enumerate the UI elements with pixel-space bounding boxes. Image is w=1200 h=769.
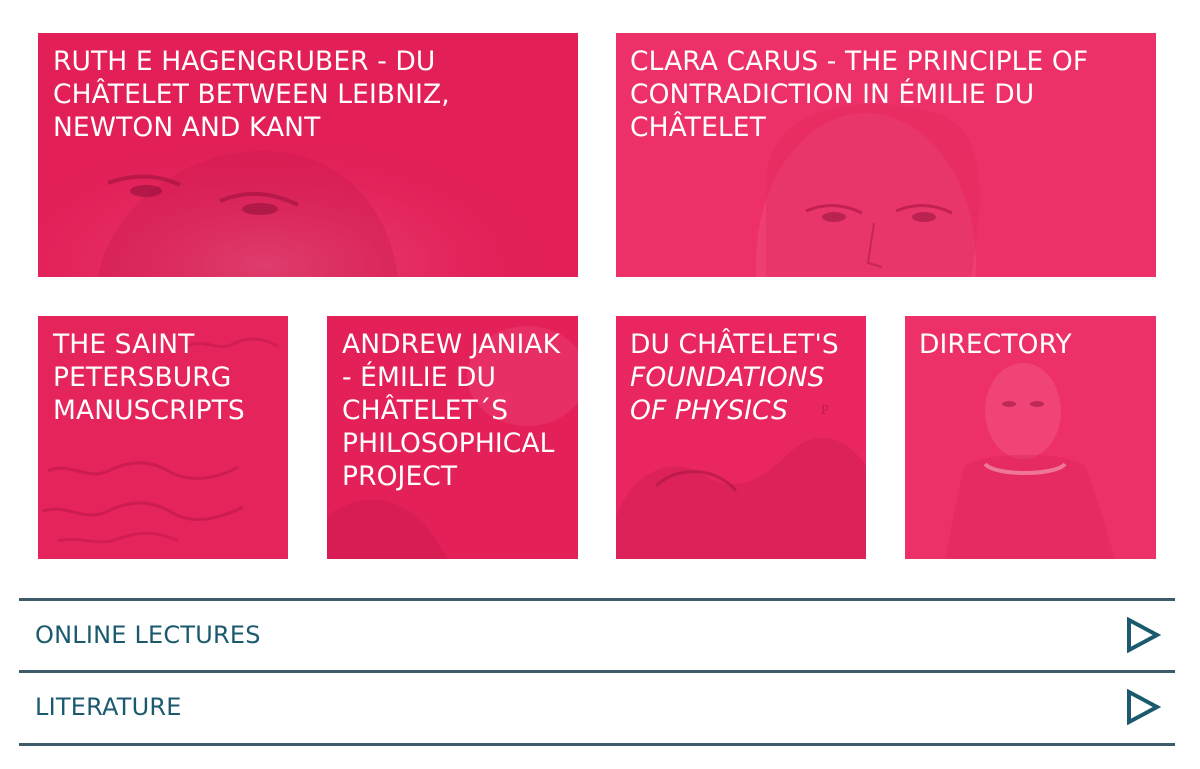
tile-carus-lecture[interactable]: CLARA CARUS - THE PRINCIPLE OF CONTRADIC… <box>616 33 1156 277</box>
tile-title: CLARA CARUS - THE PRINCIPLE OF CONTRADIC… <box>630 46 1089 143</box>
tile-janiak-lecture[interactable]: ANDREW JANIAK - ÉMILIE DU CHÂTELET´S PHI… <box>327 316 578 559</box>
title-italic: FOUNDATIONS OF PHYSICS <box>630 362 825 426</box>
play-triangle-icon[interactable] <box>1125 617 1161 653</box>
accordion-label: LITERATURE <box>35 693 182 721</box>
tile-title: DU CHÂTELET'S FOUNDATIONS OF PHYSICS <box>630 329 839 426</box>
tile-title: RUTH E HAGENGRUBER - DU CHÂTELET BETWEEN… <box>53 46 450 143</box>
accordion-online-lectures[interactable]: ONLINE LECTURES <box>19 598 1175 667</box>
tile-foundations-of-physics[interactable]: P DU CHÂTELET'S FOUNDATIONS OF PHYSICS <box>616 316 866 559</box>
accordion-label: ONLINE LECTURES <box>35 621 261 649</box>
tile-saint-petersburg-manuscripts[interactable]: THE SAINT PETERSBURG MANUSCRIPTS <box>38 316 288 559</box>
tile-title: THE SAINT PETERSBURG MANUSCRIPTS <box>53 329 245 426</box>
tile-title: DIRECTORY <box>919 329 1072 360</box>
tile-directory[interactable]: DIRECTORY <box>905 316 1156 559</box>
play-triangle-icon[interactable] <box>1125 689 1161 725</box>
tile-hagengruber-lecture[interactable]: RUTH E HAGENGRUBER - DU CHÂTELET BETWEEN… <box>38 33 578 277</box>
accordion-literature[interactable]: LITERATURE <box>19 670 1175 746</box>
tile-title: ANDREW JANIAK - ÉMILIE DU CHÂTELET´S PHI… <box>342 329 561 492</box>
